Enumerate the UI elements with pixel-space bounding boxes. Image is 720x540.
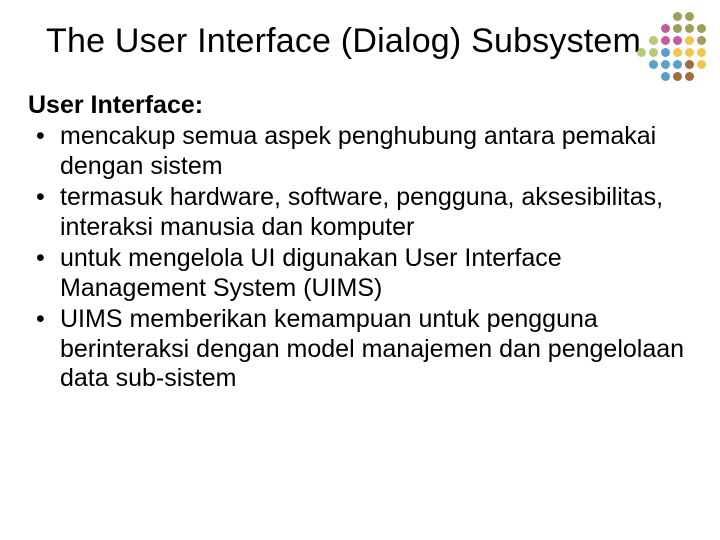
motif-dot — [661, 24, 670, 33]
decorative-dot-motif — [637, 12, 706, 81]
motif-dot — [661, 72, 670, 81]
section-heading: User Interface: — [28, 91, 692, 120]
motif-dot — [673, 24, 682, 33]
motif-dot — [673, 48, 682, 57]
motif-dot — [661, 36, 670, 45]
motif-dot — [649, 36, 658, 45]
bullet-list: mencakup semua aspek penghubung antara p… — [28, 122, 692, 394]
motif-dot — [649, 60, 658, 69]
motif-dot — [685, 48, 694, 57]
motif-dot — [673, 12, 682, 21]
motif-dot — [673, 36, 682, 45]
motif-dot — [661, 48, 670, 57]
motif-dot — [685, 60, 694, 69]
motif-dot — [697, 48, 706, 57]
list-item: UIMS memberikan kemampuan untuk pengguna… — [28, 305, 692, 394]
slide: The User Interface (Dialog) Subsystem Us… — [0, 0, 720, 540]
list-item: termasuk hardware, software, pengguna, a… — [28, 183, 692, 242]
motif-dot — [697, 36, 706, 45]
motif-dot — [637, 48, 646, 57]
list-item: untuk mengelola UI digunakan User Interf… — [28, 244, 692, 303]
slide-title: The User Interface (Dialog) Subsystem — [46, 22, 692, 61]
motif-dot — [685, 12, 694, 21]
motif-dot — [685, 36, 694, 45]
motif-dot — [685, 24, 694, 33]
motif-dot — [697, 24, 706, 33]
motif-dot — [685, 72, 694, 81]
motif-dot — [673, 72, 682, 81]
motif-dot — [673, 60, 682, 69]
motif-dot — [649, 48, 658, 57]
motif-dot — [661, 60, 670, 69]
motif-dot — [697, 60, 706, 69]
list-item: mencakup semua aspek penghubung antara p… — [28, 122, 692, 181]
